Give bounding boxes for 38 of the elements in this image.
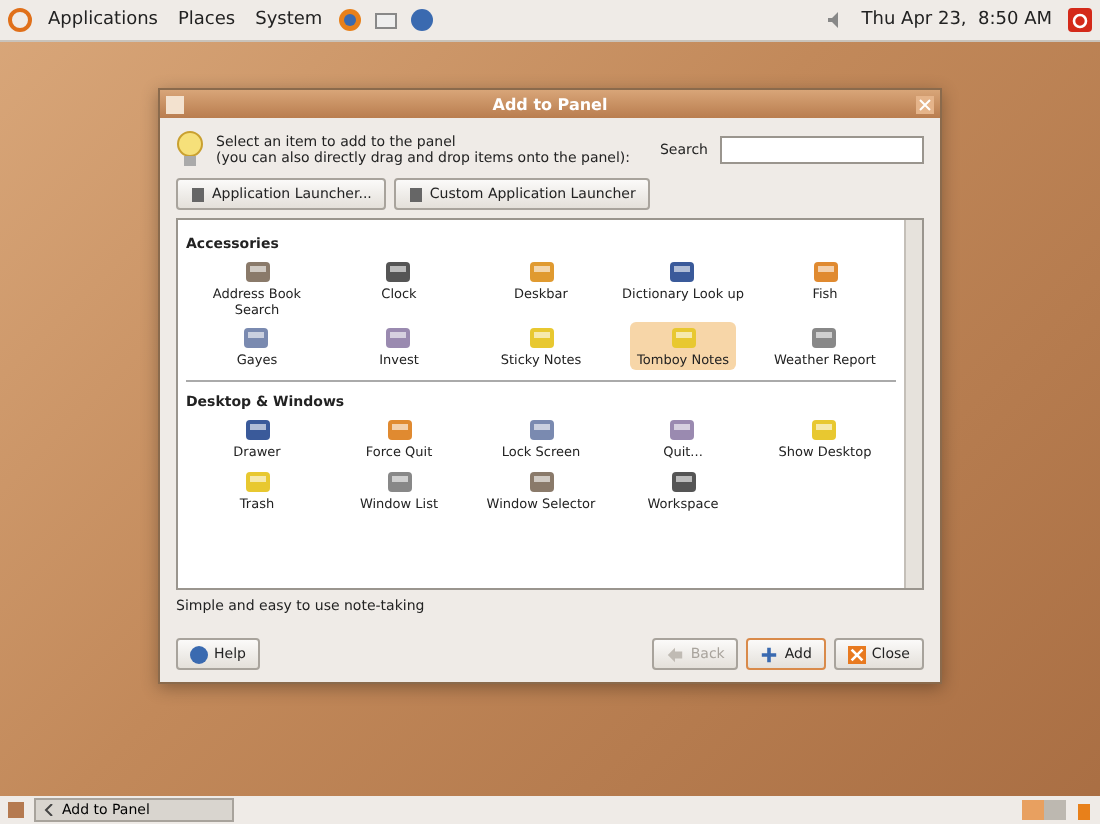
add-icon [760,645,779,663]
applet-icon [669,324,697,353]
power-icon[interactable] [1068,8,1092,32]
applet-icon [810,324,839,353]
menu-item[interactable]: System [251,10,327,30]
applet-icon [527,324,555,353]
close-icon [847,645,866,663]
applet-icon [668,416,697,445]
window-menu-icon[interactable] [166,95,184,113]
applet-icon [243,416,271,445]
logo-icon [8,8,32,32]
search-field[interactable] [720,136,924,164]
menu-item[interactable]: Applications [44,10,162,30]
applet-icon [243,258,271,286]
close-icon[interactable] [916,95,934,113]
applet-icon [242,324,271,353]
window-title: Add to Panel [490,95,610,113]
launcher-icon [407,185,424,203]
clock-text[interactable]: Thu Apr 23, 8:50 AM [857,10,1056,30]
applet-icon [384,324,413,353]
applet-icon [385,467,413,495]
workspace-switcher-icon[interactable] [1022,800,1066,820]
applet-icon [527,416,555,445]
applet-icon [527,467,555,495]
applet-icon [385,416,413,445]
applet-icon [668,258,697,286]
back-arrow-icon [666,645,685,663]
applet-icon [243,467,271,495]
applet-icon [811,258,839,286]
applet-icon [810,416,839,445]
applet-icon [669,467,697,495]
scroll-bar[interactable] [904,220,922,588]
applet-icon [384,258,413,286]
browser-icon[interactable] [338,8,363,32]
launcher-icon [190,185,206,203]
menu-item[interactable]: Places [173,10,240,30]
lightbulb-icon [176,130,204,170]
applet-icon [527,258,555,286]
